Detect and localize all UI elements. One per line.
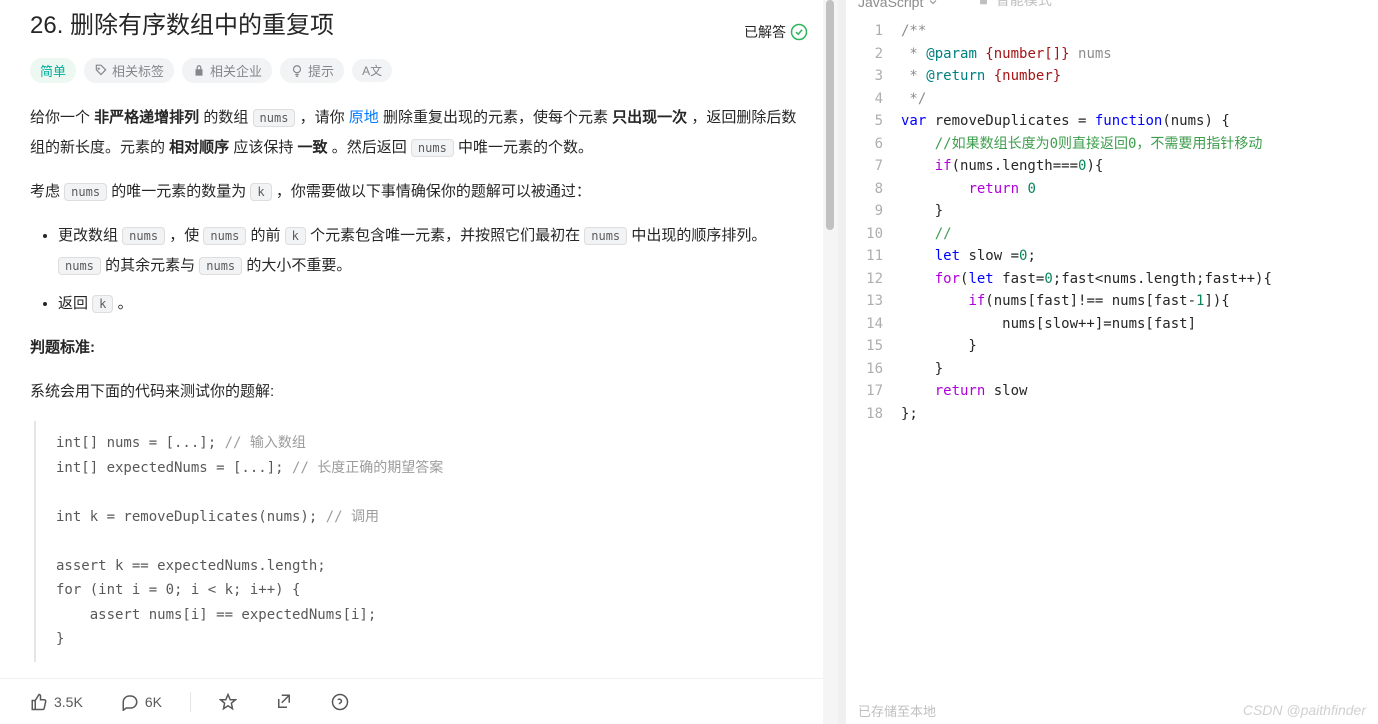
code-content[interactable]: /** * @param {number[]} nums * @return {…: [901, 20, 1378, 724]
line-gutter: 123456789101112131415161718: [846, 20, 901, 724]
font-button[interactable]: A文: [352, 59, 392, 82]
difficulty-badge: 简单: [30, 58, 76, 83]
mode-label: ■智能模式: [979, 0, 1051, 10]
share-icon: [275, 693, 293, 711]
test-code-block: int[] nums = [...]; // 输入数组 int[] expect…: [34, 421, 808, 662]
check-circle-icon: [790, 23, 808, 41]
tag-icon: [94, 64, 108, 78]
lock-icon: [192, 64, 206, 78]
problem-description: 26. 删除有序数组中的重复项 已解答 简单 相关标签 相关企业 提示 A文: [0, 0, 838, 678]
scrollbar-thumb[interactable]: [826, 0, 834, 230]
bottom-bar: 3.5K 6K: [0, 678, 838, 724]
chevron-down-icon: [927, 0, 939, 8]
bulb-icon: [290, 64, 304, 78]
language-selector[interactable]: JavaScript: [858, 0, 939, 10]
thumbs-up-icon: [30, 693, 48, 711]
star-icon: [219, 693, 237, 711]
divider: [190, 692, 191, 712]
panel-resizer[interactable]: [838, 0, 846, 724]
code-editor[interactable]: 123456789101112131415161718 /** * @param…: [846, 10, 1378, 724]
share-button[interactable]: [265, 687, 303, 717]
list-item: 更改数组 nums ，使 nums 的前 k 个元素包含唯一元素，并按照它们最初…: [58, 221, 808, 281]
comment-icon: [121, 693, 139, 711]
in-place-link[interactable]: 原地: [349, 109, 379, 126]
hints-button[interactable]: 提示: [280, 58, 344, 83]
description-p1: 给你一个 非严格递增排列 的数组 nums ，请你 原地 删除重复出现的元素，使…: [30, 103, 808, 163]
comment-button[interactable]: 6K: [111, 687, 172, 717]
favorite-button[interactable]: [209, 687, 247, 717]
watermark: CSDN @paithfinder: [1243, 702, 1366, 718]
tags-button[interactable]: 相关标签: [84, 58, 174, 83]
solved-status: 已解答: [744, 22, 808, 42]
companies-button[interactable]: 相关企业: [182, 58, 272, 83]
help-button[interactable]: [321, 687, 359, 717]
scrollbar[interactable]: [823, 0, 838, 724]
like-button[interactable]: 3.5K: [20, 687, 93, 717]
judge-title: 判题标准:: [30, 339, 95, 356]
judge-desc: 系统会用下面的代码来测试你的题解:: [30, 377, 808, 407]
editor-status: 已存储至本地: [858, 701, 936, 720]
help-icon: [331, 693, 349, 711]
description-p2: 考虑 nums 的唯一元素的数量为 k ，你需要做以下事情确保你的题解可以被通过…: [30, 177, 808, 207]
problem-title: 26. 删除有序数组中的重复项: [30, 5, 334, 40]
list-item: 返回 k 。: [58, 289, 808, 319]
